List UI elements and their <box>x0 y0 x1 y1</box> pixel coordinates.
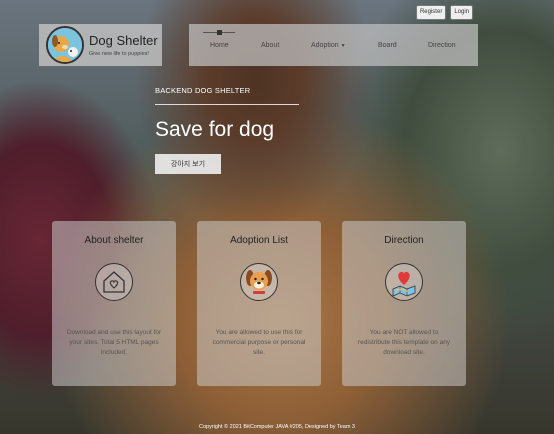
nav-item-adoption-label: Adoption <box>311 42 339 49</box>
view-dogs-button[interactable]: 강아지 보기 <box>155 154 221 174</box>
brand-subtitle: Give new life to puppies! <box>89 51 149 57</box>
nav-item-home[interactable]: Home <box>210 42 229 49</box>
brand-title: Dog Shelter <box>89 33 158 48</box>
hero-divider <box>155 104 299 105</box>
card-title: Direction <box>384 235 424 246</box>
card-text: You are NOT allowed to redistribute this… <box>357 329 451 356</box>
dog-logo-icon <box>46 26 84 64</box>
card-direction[interactable]: Direction You are NOT allowed to redistr… <box>342 221 466 386</box>
nav-item-direction[interactable]: Direction <box>428 42 456 49</box>
dog-face-icon <box>240 263 278 301</box>
card-text: You are allowed to use this for commerci… <box>212 329 306 356</box>
hero-subtitle: BACKEND DOG SHELTER <box>155 86 251 95</box>
card-about-shelter[interactable]: About shelter Download and use this layo… <box>52 221 176 386</box>
main-nav: Home About Adoption ▼ Board Direction <box>189 24 478 66</box>
card-title: Adoption List <box>230 235 288 246</box>
nav-item-about[interactable]: About <box>261 42 279 49</box>
register-button[interactable]: Register <box>415 5 447 20</box>
card-adoption-list[interactable]: Adoption List You are allowed to use thi… <box>197 221 321 386</box>
login-button[interactable]: Login <box>450 5 473 20</box>
map-heart-icon <box>385 263 423 301</box>
card-text: Download and use this layout for your si… <box>66 329 162 356</box>
auth-buttons: Register Login <box>415 5 473 20</box>
brand-logo[interactable]: Dog Shelter Give new life to puppies! <box>39 24 162 66</box>
nav-item-board[interactable]: Board <box>378 42 397 49</box>
nav-item-adoption[interactable]: Adoption ▼ <box>311 42 346 49</box>
card-title: About shelter <box>84 235 144 246</box>
caret-down-icon: ▼ <box>340 43 346 49</box>
nav-active-dot <box>217 30 222 35</box>
footer-copyright: Copyright © 2021 BitComputer JAVA #205, … <box>198 424 355 430</box>
house-heart-icon <box>95 263 133 301</box>
hero-title: Save for dog <box>155 118 275 141</box>
